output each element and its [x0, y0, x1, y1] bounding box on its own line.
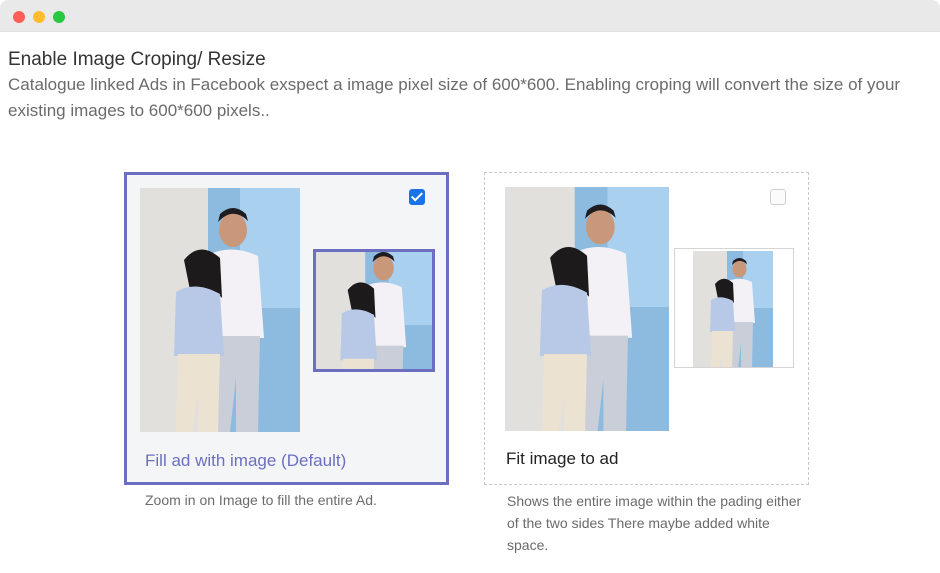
close-window-button[interactable] [13, 11, 25, 23]
window-titlebar [0, 0, 940, 32]
option-card-fill[interactable]: Fill ad with image (Default) [124, 172, 449, 485]
fit-preview-frame [674, 248, 794, 368]
fitted-preview-photo [693, 251, 773, 367]
fit-option-note: Shows the entire image within the pading… [507, 493, 802, 553]
fit-option-label: Fit image to ad [506, 449, 619, 468]
fill-option-note: Zoom in on Image to fill the entire Ad. [145, 492, 377, 508]
fill-option-checkbox[interactable] [409, 189, 425, 205]
page-description: Catalogue linked Ads in Facebook exspect… [8, 75, 901, 120]
minimize-window-button[interactable] [33, 11, 45, 23]
sample-photo [505, 187, 669, 431]
sample-photo [140, 188, 300, 432]
fill-option-label: Fill ad with image (Default) [145, 451, 347, 470]
page-title: Enable Image Croping/ Resize [8, 49, 266, 70]
app-window: Enable Image Croping/ Resize Catalogue l… [0, 0, 940, 573]
fit-option-checkbox[interactable] [770, 189, 786, 205]
option-card-fit[interactable]: Fit image to ad [484, 172, 809, 485]
maximize-window-button[interactable] [53, 11, 65, 23]
cropped-preview-photo [313, 249, 435, 372]
